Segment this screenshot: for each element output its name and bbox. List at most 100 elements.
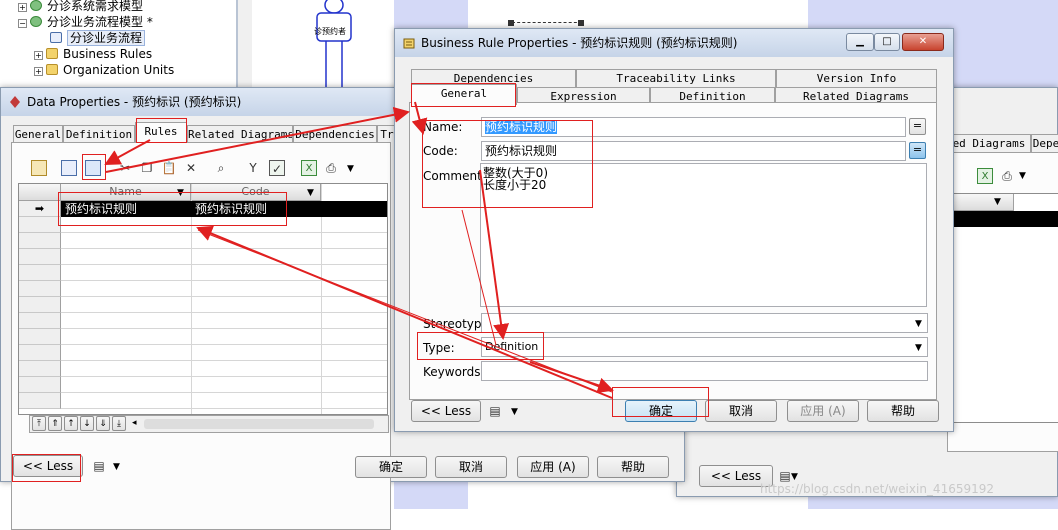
column-header[interactable] <box>950 194 1014 211</box>
actor-icon[interactable] <box>314 0 354 90</box>
horizontal-scrollbar[interactable] <box>144 419 374 429</box>
tab-definition[interactable]: Definition <box>63 125 135 143</box>
row-header[interactable] <box>19 297 61 313</box>
add-rows-icon[interactable] <box>61 160 77 176</box>
move-bottom-icon[interactable]: ⤓ <box>112 416 126 431</box>
tree-item[interactable]: + Business Rules <box>34 46 152 62</box>
cut-icon[interactable]: ✂ <box>117 160 133 176</box>
excel-export-icon[interactable]: X <box>301 160 317 176</box>
table-row[interactable] <box>61 265 387 281</box>
row-header[interactable] <box>19 249 61 265</box>
name-input[interactable]: 预约标识规则 <box>481 117 906 137</box>
row-header[interactable] <box>19 345 61 361</box>
customize-columns-icon[interactable]: ✓ <box>269 160 285 176</box>
properties-menu-icon[interactable]: ▤ <box>487 403 503 419</box>
chevron-down-icon[interactable]: ▼ <box>307 188 314 198</box>
move-down-icon[interactable]: ↓ <box>80 416 94 431</box>
table-row[interactable] <box>61 393 387 409</box>
help-button[interactable]: 帮助 <box>867 400 939 422</box>
table-row[interactable] <box>61 281 387 297</box>
row-header[interactable] <box>19 329 61 345</box>
properties-icon[interactable] <box>31 160 47 176</box>
chevron-down-icon[interactable]: ▼ <box>511 407 518 417</box>
chevron-down-icon[interactable]: ▼ <box>994 197 1001 207</box>
tab-traceability-links[interactable]: Traceability Links <box>576 69 776 87</box>
tree-item[interactable]: + 分诊系统需求模型 <box>18 0 143 14</box>
move-top-icon[interactable]: ⤒ <box>32 416 46 431</box>
chevron-down-icon[interactable]: ▼ <box>113 462 120 472</box>
row-indicator[interactable]: ➡ <box>19 201 61 217</box>
tree-item[interactable]: + Organization Units <box>34 62 174 78</box>
type-select[interactable]: Definition <box>481 337 928 357</box>
minimize-button[interactable]: ▁ <box>846 33 874 51</box>
tab-version-info[interactable]: Version Info <box>776 69 937 87</box>
selection-handle[interactable] <box>578 20 584 26</box>
ok-button[interactable]: 确定 <box>355 456 427 478</box>
table-row[interactable] <box>61 297 387 313</box>
delete-icon[interactable]: ✕ <box>183 160 199 176</box>
copy-icon[interactable]: ❐ <box>139 160 155 176</box>
column-header-name[interactable]: Name <box>61 184 191 201</box>
properties-menu-icon[interactable]: ▤ <box>91 458 107 474</box>
tab-general[interactable]: General <box>411 84 517 105</box>
row-header[interactable] <box>19 265 61 281</box>
move-up-icon[interactable]: ↑ <box>64 416 78 431</box>
expand-icon[interactable]: + <box>34 51 43 60</box>
code-sync-button[interactable]: = <box>909 142 926 159</box>
table-row[interactable] <box>61 377 387 393</box>
cancel-button[interactable]: 取消 <box>435 456 507 478</box>
tab-dependencies[interactable]: Dependencies <box>293 125 377 143</box>
row-header[interactable] <box>19 233 61 249</box>
rules-grid[interactable]: ▼ <box>949 193 1058 423</box>
chevron-down-icon[interactable]: ▼ <box>177 188 184 198</box>
expand-icon[interactable]: + <box>34 67 43 76</box>
row-header[interactable] <box>19 393 61 409</box>
tab-general[interactable]: General <box>13 125 63 143</box>
chevron-down-icon[interactable]: ▼ <box>915 319 922 329</box>
apply-button[interactable]: 应用 (A) <box>517 456 589 478</box>
collapse-icon[interactable]: − <box>18 19 27 28</box>
table-row[interactable] <box>61 329 387 345</box>
keywords-input[interactable] <box>481 361 928 381</box>
stereotype-select[interactable] <box>481 313 928 333</box>
diagram-connector[interactable] <box>512 22 582 23</box>
filter-icon[interactable]: Y <box>245 160 261 176</box>
chevron-down-icon[interactable]: ▼ <box>1019 171 1026 181</box>
cancel-button[interactable]: 取消 <box>705 400 777 422</box>
close-button[interactable]: ✕ <box>902 33 944 51</box>
selected-row[interactable] <box>950 211 1058 227</box>
tab-rules[interactable]: Rules <box>135 122 187 143</box>
table-row[interactable] <box>61 345 387 361</box>
move-up-page-icon[interactable]: ⇑ <box>48 416 62 431</box>
paste-icon[interactable]: 📋 <box>161 160 177 176</box>
code-input[interactable]: 预约标识规则 <box>481 141 906 161</box>
model-tree[interactable]: + 分诊系统需求模型 − 分诊业务流程模型 * 分诊业务流程 + Business R… <box>0 0 236 92</box>
print-icon[interactable]: ⎙ <box>323 160 339 176</box>
column-header-code[interactable]: Code <box>191 184 321 201</box>
chevron-down-icon[interactable]: ▼ <box>347 164 354 174</box>
rules-grid[interactable]: Name ▼ Code ▼ ➡ 预约标识规则 预约标识规则 <box>18 183 388 415</box>
less-button[interactable]: << Less <box>411 400 481 422</box>
row-header[interactable] <box>19 217 61 233</box>
find-icon[interactable]: ⌕ <box>213 160 229 176</box>
row-header[interactable] <box>19 313 61 329</box>
rule-code-cell[interactable]: 预约标识规则 <box>195 201 267 217</box>
tree-item[interactable]: − 分诊业务流程模型 * <box>18 14 153 30</box>
comment-textarea[interactable]: 整数(大于0) 长度小于20 <box>480 163 927 307</box>
maximize-button[interactable]: □ <box>874 33 900 51</box>
name-code-sync-button[interactable]: = <box>909 118 926 135</box>
table-row[interactable]: 预约标识规则 预约标识规则 <box>61 201 387 217</box>
print-icon[interactable]: ⎙ <box>999 168 1015 184</box>
table-row[interactable] <box>61 313 387 329</box>
table-row[interactable] <box>61 249 387 265</box>
selection-handle[interactable] <box>508 20 514 26</box>
tab-related-diagrams[interactable]: Related Diagrams <box>187 125 293 143</box>
apply-button[interactable]: 应用 (A) <box>787 400 859 422</box>
tree-item[interactable]: 分诊业务流程 <box>50 30 146 46</box>
expand-icon[interactable]: + <box>18 3 27 12</box>
row-header[interactable] <box>19 281 61 297</box>
rule-name-cell[interactable]: 预约标识规则 <box>65 201 137 217</box>
tab-related-diagrams[interactable]: ed Diagrams <box>947 134 1031 152</box>
move-down-page-icon[interactable]: ⇓ <box>96 416 110 431</box>
scroll-left-icon[interactable]: ◂ <box>132 418 137 428</box>
